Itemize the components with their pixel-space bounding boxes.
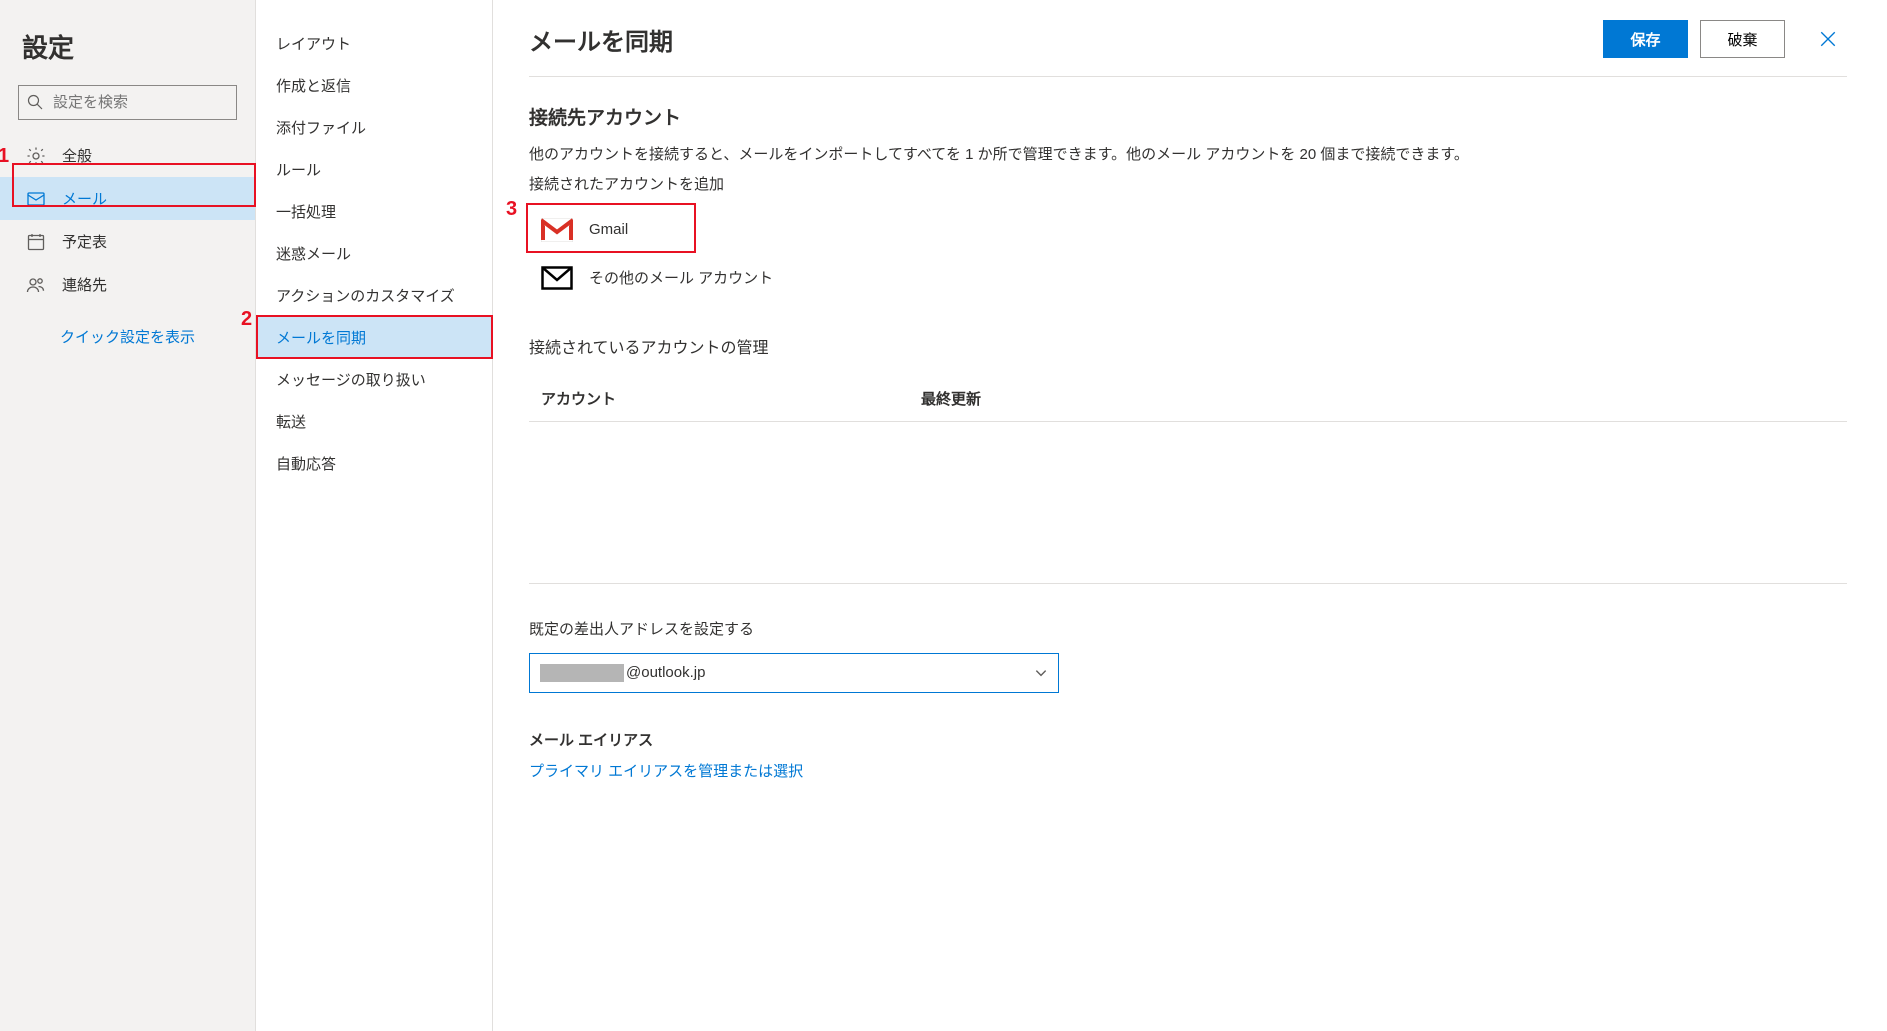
page-title: メールを同期 bbox=[529, 22, 1603, 57]
nav2-forwarding[interactable]: 転送 bbox=[256, 400, 492, 442]
chevron-down-icon bbox=[1034, 666, 1048, 680]
annotation-number-3: 3 bbox=[506, 198, 517, 221]
nav2-auto-reply[interactable]: 自動応答 bbox=[256, 442, 492, 484]
envelope-icon bbox=[541, 262, 573, 294]
nav1-label: 予定表 bbox=[62, 231, 107, 252]
nav1-label: 全般 bbox=[62, 145, 92, 166]
redacted-prefix bbox=[540, 664, 624, 682]
col-updated: 最終更新 bbox=[921, 388, 981, 409]
table-empty-body bbox=[529, 422, 1847, 584]
close-icon bbox=[1819, 30, 1837, 48]
gear-icon bbox=[26, 146, 46, 166]
col-account: アカウント bbox=[541, 388, 921, 409]
nav2-compose[interactable]: 作成と返信 bbox=[256, 64, 492, 106]
accounts-table: アカウント 最終更新 bbox=[529, 388, 1847, 584]
provider-label: その他のメール アカウント bbox=[589, 267, 773, 288]
nav2-rules[interactable]: ルール bbox=[256, 148, 492, 190]
search-box[interactable] bbox=[18, 85, 237, 120]
nav1-label: 連絡先 bbox=[62, 274, 107, 295]
discard-button[interactable]: 破棄 bbox=[1700, 20, 1785, 58]
nav2-customize-actions[interactable]: アクションのカスタマイズ bbox=[256, 274, 492, 316]
add-connected-label: 接続されたアカウントを追加 bbox=[529, 173, 1847, 194]
save-button[interactable]: 保存 bbox=[1603, 20, 1688, 58]
default-from-value: @outlook.jp bbox=[626, 664, 1034, 681]
nav1-calendar[interactable]: 予定表 bbox=[0, 220, 255, 263]
default-from-heading: 既定の差出人アドレスを設定する bbox=[529, 618, 1847, 639]
calendar-icon bbox=[26, 232, 46, 252]
nav2-message-handling[interactable]: メッセージの取り扱い bbox=[256, 358, 492, 400]
manage-accounts-heading: 接続されているアカウントの管理 bbox=[529, 334, 1847, 358]
nav1-people[interactable]: 連絡先 bbox=[0, 263, 255, 306]
people-icon bbox=[26, 275, 46, 295]
connected-accounts-heading: 接続先アカウント bbox=[529, 103, 1847, 130]
settings-title: 設定 bbox=[0, 20, 255, 85]
divider bbox=[529, 76, 1847, 77]
mail-icon bbox=[26, 189, 46, 209]
close-button[interactable] bbox=[1809, 20, 1847, 58]
connected-accounts-desc: 他のアカウントを接続すると、メールをインポートしてすべてを 1 か所で管理できま… bbox=[529, 144, 1847, 167]
nav1-mail[interactable]: メール bbox=[0, 177, 255, 220]
default-from-select[interactable]: @outlook.jp bbox=[529, 653, 1059, 693]
alias-heading: メール エイリアス bbox=[529, 729, 1847, 750]
provider-label: Gmail bbox=[589, 221, 628, 238]
nav2-sweep[interactable]: 一括処理 bbox=[256, 190, 492, 232]
gmail-icon bbox=[541, 214, 573, 246]
nav2-layout[interactable]: レイアウト bbox=[256, 22, 492, 64]
nav2-attachments[interactable]: 添付ファイル bbox=[256, 106, 492, 148]
nav2-sync-mail[interactable]: メールを同期 bbox=[256, 316, 492, 358]
nav1-general[interactable]: 全般 bbox=[0, 134, 255, 177]
search-icon bbox=[27, 94, 45, 112]
search-input[interactable] bbox=[53, 94, 228, 111]
manage-alias-link[interactable]: プライマリ エイリアスを管理または選択 bbox=[529, 760, 1847, 781]
quick-settings-link[interactable]: クイック設定を表示 bbox=[0, 306, 255, 347]
nav2-junk[interactable]: 迷惑メール bbox=[256, 232, 492, 274]
provider-other[interactable]: その他のメール アカウント bbox=[533, 256, 1847, 300]
nav1-label: メール bbox=[62, 188, 107, 209]
provider-gmail[interactable]: Gmail bbox=[533, 208, 1847, 252]
